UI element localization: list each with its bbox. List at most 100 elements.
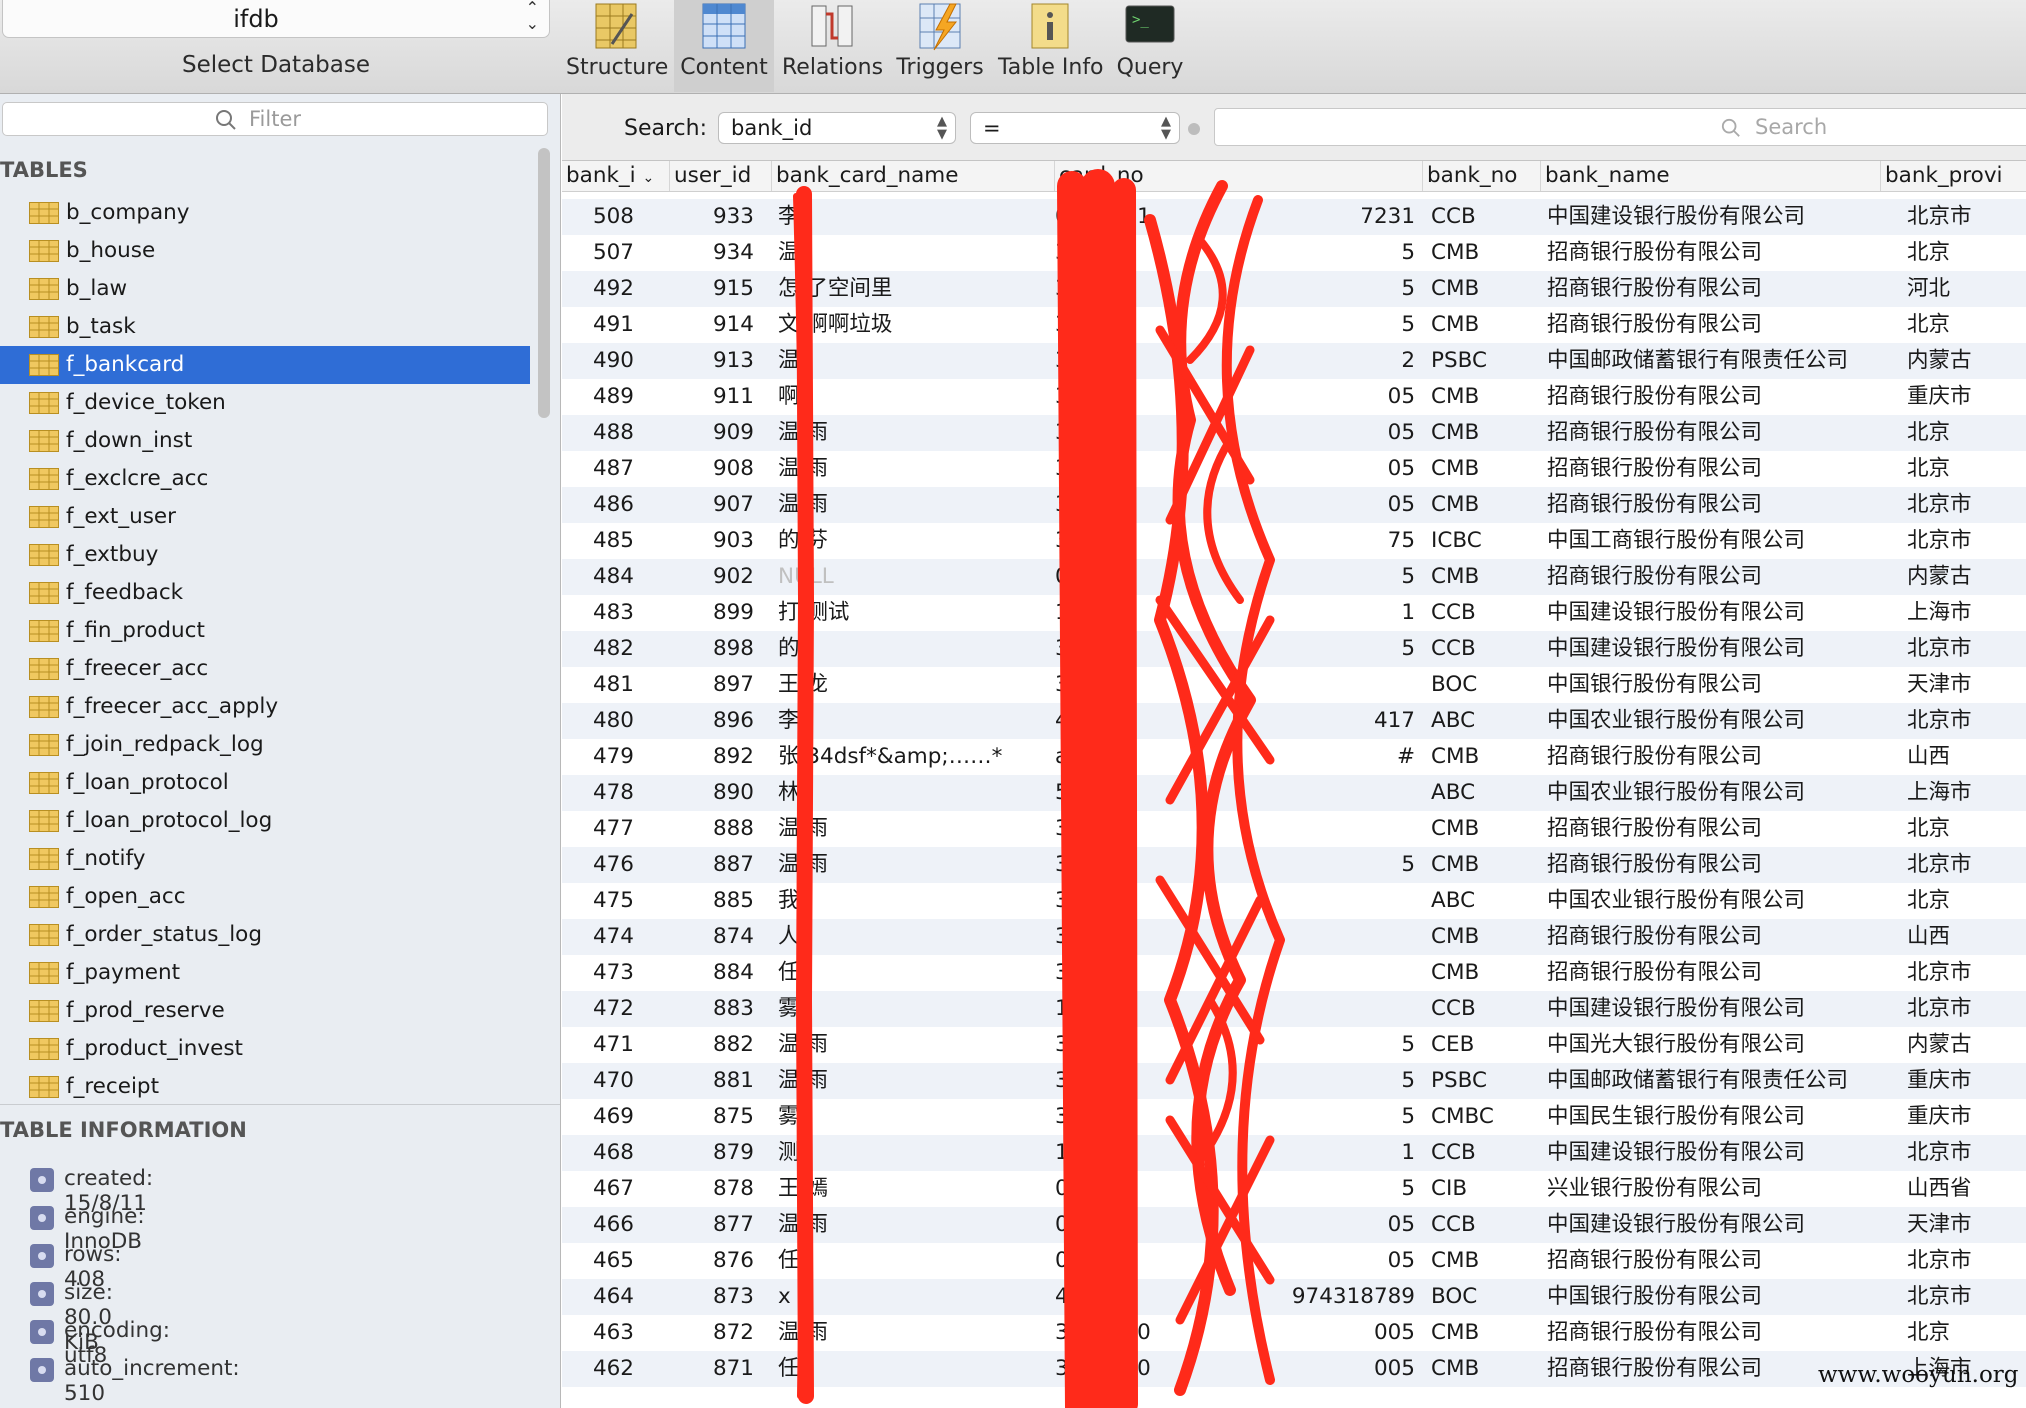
table-cell[interactable]: 北京市 xyxy=(1907,1135,2022,1171)
table-cell[interactable]: 上海市 xyxy=(1907,595,2022,631)
table-cell[interactable]: 111 xyxy=(1055,991,1205,1027)
table-cell[interactable]: 33 xyxy=(1055,451,1205,487)
table-cell[interactable]: 467 xyxy=(562,1171,634,1207)
table-cell[interactable]: 898 xyxy=(670,631,754,667)
table-cell[interactable]: 兴业银行股份有限公司 xyxy=(1547,1171,1877,1207)
table-cell[interactable]: 温 雨 xyxy=(778,847,1048,883)
table-cell[interactable]: 招商银行股份有限公司 xyxy=(1547,415,1877,451)
table-cell[interactable]: 北京市 xyxy=(1907,955,2022,991)
sidebar-item-f-payment[interactable]: f_payment xyxy=(0,954,530,992)
table-cell[interactable]: CMB xyxy=(1431,451,1537,487)
table-cell[interactable]: 486 xyxy=(562,487,634,523)
table-cell[interactable]: 雾 xyxy=(778,991,1048,1027)
filter-input[interactable]: Filter xyxy=(2,102,548,136)
table-cell[interactable]: 山西 xyxy=(1907,919,2022,955)
table-cell[interactable] xyxy=(1205,667,1415,703)
sidebar-item-b-house[interactable]: b_house xyxy=(0,232,530,270)
table-cell[interactable]: 05 xyxy=(1205,379,1415,415)
table-cell[interactable]: 中国银行股份有限公司 xyxy=(1547,667,1877,703)
table-cell[interactable]: 北京 xyxy=(1907,883,2022,919)
table-row[interactable]: 481 897 王 龙 3801 BOC 中国银行股份有限公司 天津市 xyxy=(562,667,2026,703)
table-cell[interactable]: 任 xyxy=(778,1243,1048,1279)
table-cell[interactable]: 330 xyxy=(1055,271,1205,307)
table-cell[interactable]: 0001041 xyxy=(1055,199,1205,235)
table-cell[interactable]: 上海市 xyxy=(1907,775,2022,811)
table-cell[interactable]: # xyxy=(1205,739,1415,775)
table-cell[interactable]: 中国光大银行股份有限公司 xyxy=(1547,1027,1877,1063)
table-row[interactable]: 463 872 温 雨 3301030 005 CMB 招商银行股份有限公司 北京 xyxy=(562,1315,2026,1351)
table-cell[interactable]: CMB xyxy=(1431,1351,1537,1387)
table-cell[interactable]: 中国民生银行股份有限公司 xyxy=(1547,1099,1877,1135)
table-cell[interactable]: 北京 xyxy=(1907,1315,2022,1351)
table-cell[interactable]: 899 xyxy=(670,595,754,631)
table-cell[interactable]: 933 xyxy=(670,199,754,235)
table-cell[interactable]: 5 xyxy=(1205,559,1415,595)
table-cell[interactable]: 招商银行股份有限公司 xyxy=(1547,235,1877,271)
sidebar-item-f-prod-reserve[interactable]: f_prod_reserve xyxy=(0,992,530,1030)
table-row[interactable]: 482 898 的 3801 5 CCB 中国建设银行股份有限公司 北京市 xyxy=(562,631,2026,667)
table-cell[interactable]: CMB xyxy=(1431,955,1537,991)
table-cell[interactable]: 5 xyxy=(1205,631,1415,667)
table-cell[interactable]: CCB xyxy=(1431,199,1537,235)
table-cell[interactable]: 温 xyxy=(778,235,1048,271)
table-cell[interactable]: 477 xyxy=(562,811,634,847)
table-cell[interactable]: 05 xyxy=(1205,1207,1415,1243)
sidebar-item-f-ext-user[interactable]: f_ext_user xyxy=(0,498,530,536)
table-cell[interactable]: 文 啊啊垃圾 xyxy=(778,307,1048,343)
table-cell[interactable]: 王 嫣 xyxy=(778,1171,1048,1207)
table-cell[interactable]: 北京 xyxy=(1907,235,2022,271)
table-cell[interactable]: CMB xyxy=(1431,811,1537,847)
table-row[interactable]: 474 874 人 380 CMB 招商银行股份有限公司 山西 xyxy=(562,919,2026,955)
table-cell[interactable]: 4 xyxy=(1055,1279,1205,1315)
table-cell[interactable]: 4800 xyxy=(1055,703,1205,739)
sidebar-item-b-law[interactable]: b_law xyxy=(0,270,530,308)
sidebar-item-f-freecer-acc[interactable]: f_freecer_acc xyxy=(0,650,530,688)
table-cell[interactable]: 5 xyxy=(1205,307,1415,343)
table-cell[interactable]: 330 xyxy=(1055,379,1205,415)
table-cell[interactable]: BOC xyxy=(1431,667,1537,703)
table-cell[interactable]: 417 xyxy=(1205,703,1415,739)
column-header[interactable]: user_id xyxy=(670,161,772,191)
table-cell[interactable]: 474 xyxy=(562,919,634,955)
table-cell[interactable]: 内蒙古 xyxy=(1907,343,2022,379)
table-cell[interactable]: 招商银行股份有限公司 xyxy=(1547,451,1877,487)
table-cell[interactable]: CMB xyxy=(1431,919,1537,955)
table-cell[interactable]: CMB xyxy=(1431,415,1537,451)
table-row[interactable]: 488 909 温 雨 330 05 CMB 招商银行股份有限公司 北京 xyxy=(562,415,2026,451)
sidebar-item-f-receipt[interactable]: f_receipt xyxy=(0,1068,530,1106)
table-cell[interactable]: 北京市 xyxy=(1907,991,2022,1027)
table-cell[interactable]: 482 xyxy=(562,631,634,667)
table-cell[interactable]: asc xyxy=(1055,739,1205,775)
table-cell[interactable]: 974318789 xyxy=(1205,1279,1415,1315)
table-cell[interactable]: 871 xyxy=(670,1351,754,1387)
table-cell[interactable]: 重庆市 xyxy=(1907,1099,2022,1135)
table-row[interactable]: 491 914 文 啊啊垃圾 330 5 CMB 招商银行股份有限公司 北京 xyxy=(562,307,2026,343)
table-cell[interactable] xyxy=(1205,775,1415,811)
table-cell[interactable]: 啊 xyxy=(778,379,1048,415)
table-cell[interactable]: 480 xyxy=(562,703,634,739)
sidebar-item-f-exclcre-acc[interactable]: f_exclcre_acc xyxy=(0,460,530,498)
table-cell[interactable]: 天津市 xyxy=(1907,667,2022,703)
table-cell[interactable]: 896 xyxy=(670,703,754,739)
table-cell[interactable]: CCB xyxy=(1431,1207,1537,1243)
table-cell[interactable]: 010 xyxy=(1055,559,1205,595)
table-cell[interactable]: 5 xyxy=(1205,1027,1415,1063)
sidebar-item-b-task[interactable]: b_task xyxy=(0,308,530,346)
sidebar-item-f-extbuy[interactable]: f_extbuy xyxy=(0,536,530,574)
table-cell[interactable]: 北京 xyxy=(1907,811,2022,847)
table-cell[interactable]: 李 xyxy=(778,199,1048,235)
table-cell[interactable]: 465 xyxy=(562,1243,634,1279)
table-cell[interactable]: 2 xyxy=(1205,343,1415,379)
table-cell[interactable]: CCB xyxy=(1431,991,1537,1027)
table-cell[interactable]: 489 xyxy=(562,379,634,415)
tab-relations[interactable]: Relations xyxy=(782,0,883,92)
table-cell[interactable]: 330 xyxy=(1055,415,1205,451)
table-cell[interactable] xyxy=(1205,991,1415,1027)
table-cell[interactable]: 488 xyxy=(562,415,634,451)
table-cell[interactable]: 河北 xyxy=(1907,271,2022,307)
table-cell[interactable]: 温 雨 xyxy=(778,811,1048,847)
table-cell[interactable]: 476 xyxy=(562,847,634,883)
table-cell[interactable]: 481 xyxy=(562,667,634,703)
sidebar-item-f-loan-protocol-log[interactable]: f_loan_protocol_log xyxy=(0,802,530,840)
table-cell[interactable]: 招商银行股份有限公司 xyxy=(1547,487,1877,523)
